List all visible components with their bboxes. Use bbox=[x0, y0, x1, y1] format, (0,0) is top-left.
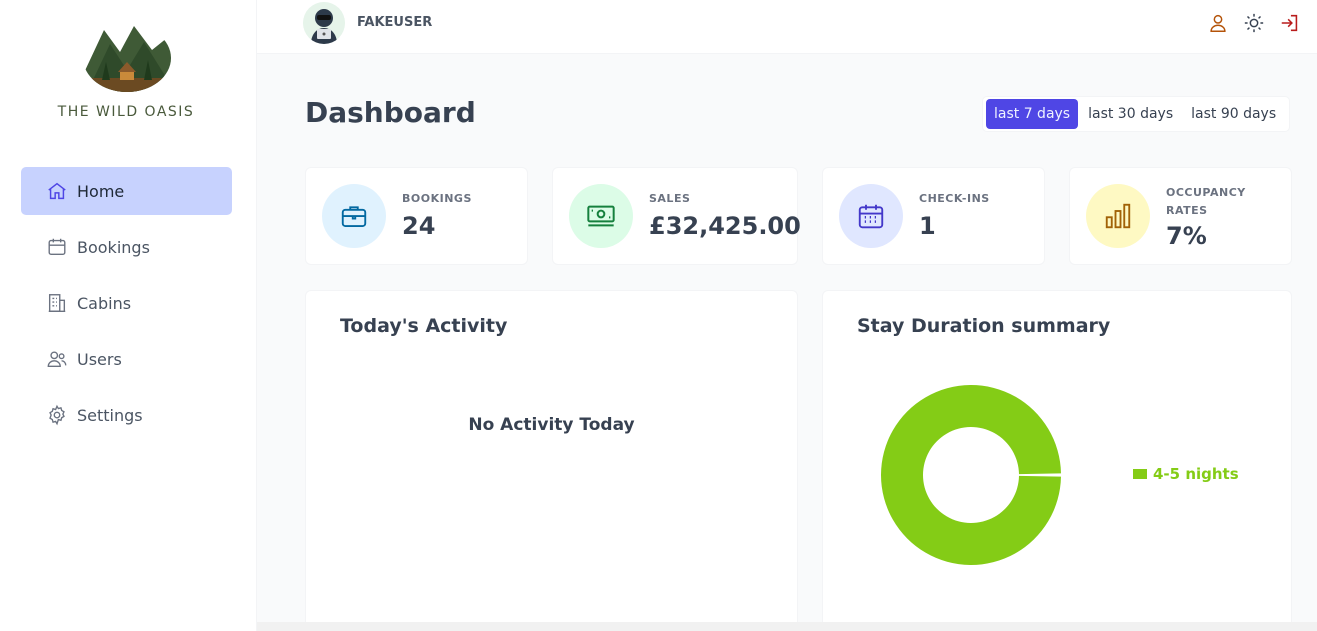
legend-swatch bbox=[1133, 469, 1147, 479]
users-icon bbox=[46, 348, 68, 370]
logout-icon[interactable] bbox=[1279, 12, 1301, 34]
sun-icon[interactable] bbox=[1243, 12, 1265, 34]
main-nav: Home Bookings Cabins Users Settings bbox=[21, 167, 232, 447]
stat-value: 7% bbox=[1166, 222, 1207, 250]
empty-state: No Activity Today bbox=[468, 415, 635, 435]
gear-icon bbox=[46, 404, 68, 426]
user-icon[interactable] bbox=[1207, 12, 1229, 34]
stat-label: BOOKINGS bbox=[402, 192, 472, 205]
filter-last-30-days[interactable]: last 30 days bbox=[1080, 99, 1182, 129]
sidebar-item-label: Settings bbox=[77, 405, 143, 425]
stat-label: SALES bbox=[649, 192, 691, 205]
stat-value: £32,425.00 bbox=[649, 212, 801, 240]
stat-sales: SALES £32,425.00 bbox=[552, 167, 801, 265]
filter-last-90-days[interactable]: last 90 days bbox=[1183, 99, 1285, 129]
stat-label: CHECK-INS bbox=[919, 192, 990, 205]
stay-duration-chart bbox=[881, 385, 1061, 565]
calendar-icon bbox=[46, 236, 68, 258]
pie-slice bbox=[881, 385, 1061, 565]
page-title: Dashboard bbox=[305, 96, 476, 129]
stat-value: 1 bbox=[919, 212, 936, 240]
stat-occupancy: OCCUPANCY RATES 7% bbox=[1069, 167, 1292, 265]
sidebar-item-label: Users bbox=[77, 349, 122, 369]
sidebar: THE WILD OASIS Home Bookings Cabins User… bbox=[0, 0, 257, 631]
home-icon bbox=[46, 180, 68, 202]
sidebar-item-label: Cabins bbox=[77, 293, 132, 313]
panel-title: Today's Activity bbox=[340, 315, 508, 337]
stay-duration-panel: Stay Duration summary 4-5 nights bbox=[822, 290, 1292, 631]
logo bbox=[82, 22, 172, 92]
sidebar-item-label: Bookings bbox=[77, 237, 150, 257]
sidebar-item-label: Home bbox=[77, 181, 125, 201]
briefcase-icon bbox=[322, 184, 386, 248]
stat-label: OCCUPANCY RATES bbox=[1166, 186, 1246, 217]
stat-bookings: BOOKINGS 24 bbox=[305, 167, 528, 265]
sidebar-item-settings[interactable]: Settings bbox=[21, 391, 232, 439]
todays-activity-panel: Today's Activity No Activity Today bbox=[305, 290, 798, 631]
calendar-days-icon bbox=[839, 184, 903, 248]
stat-value: 24 bbox=[402, 212, 436, 240]
horizontal-scrollbar[interactable] bbox=[257, 622, 1317, 631]
date-filter: last 7 days last 30 days last 90 days bbox=[982, 96, 1291, 132]
chart-legend: 4-5 nights bbox=[1133, 465, 1239, 483]
avatar[interactable] bbox=[303, 2, 345, 44]
stat-check-ins: CHECK-INS 1 bbox=[822, 167, 1045, 265]
username: FAKEUSER bbox=[357, 15, 433, 30]
sidebar-item-cabins[interactable]: Cabins bbox=[21, 279, 232, 327]
banknotes-icon bbox=[569, 184, 633, 248]
chart-bar-icon bbox=[1086, 184, 1150, 248]
top-header: FAKEUSER bbox=[257, 0, 1317, 54]
panel-title: Stay Duration summary bbox=[857, 315, 1111, 337]
sidebar-item-bookings[interactable]: Bookings bbox=[21, 223, 232, 271]
filter-last-7-days[interactable]: last 7 days bbox=[986, 99, 1079, 129]
sidebar-item-home[interactable]: Home bbox=[21, 167, 232, 215]
sidebar-item-users[interactable]: Users bbox=[21, 335, 232, 383]
legend-label: 4-5 nights bbox=[1153, 465, 1239, 483]
brand-name: THE WILD OASIS bbox=[57, 104, 195, 120]
building-icon bbox=[46, 292, 68, 314]
